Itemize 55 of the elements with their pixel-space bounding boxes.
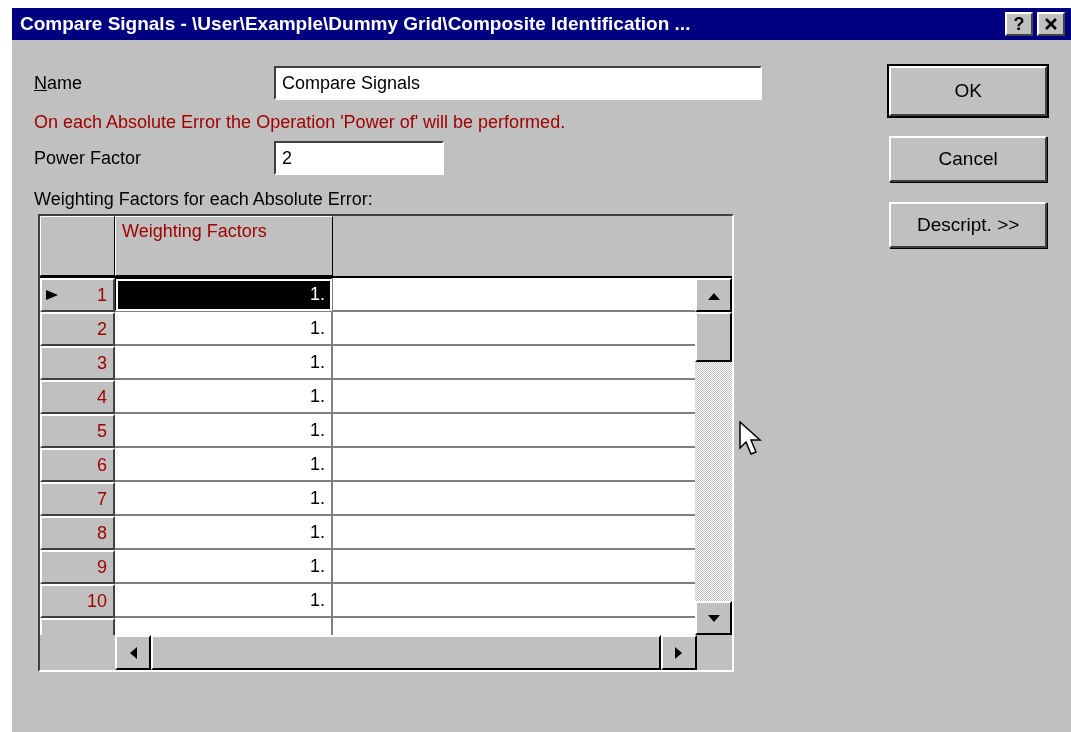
mouse-pointer-icon xyxy=(739,421,763,457)
table-cell[interactable]: 1. xyxy=(115,312,333,346)
scroll-down-button[interactable] xyxy=(695,601,732,635)
vertical-scrollbar[interactable] xyxy=(695,278,732,635)
table-cell[interactable]: 1. xyxy=(115,584,333,618)
row-header[interactable]: 6 xyxy=(40,448,115,482)
scroll-right-icon xyxy=(675,646,683,659)
row-header[interactable]: 5 xyxy=(40,414,115,448)
row-header[interactable]: 2 xyxy=(40,312,115,346)
scroll-thumb[interactable] xyxy=(695,312,732,362)
dialog-button[interactable]: OK xyxy=(889,66,1047,116)
table-cell[interactable] xyxy=(333,346,695,380)
table-cell[interactable] xyxy=(333,448,695,482)
dialog-button[interactable]: Descript. >> xyxy=(889,202,1047,248)
table-cell[interactable]: 1. xyxy=(115,448,333,482)
scroll-left-button[interactable] xyxy=(115,635,151,670)
table-cell[interactable] xyxy=(333,312,695,346)
notice-text: On each Absolute Error the Operation 'Power of' will be performed. xyxy=(34,112,567,133)
grid-caption: Weighting Factors for each Absolute Error: xyxy=(34,189,374,210)
row-header[interactable]: 1 xyxy=(40,278,115,312)
close-button[interactable] xyxy=(1037,12,1065,36)
table-cell[interactable]: 1. xyxy=(115,482,333,516)
table-cell[interactable] xyxy=(333,278,695,312)
table-cell[interactable]: 1. xyxy=(115,380,333,414)
row-header[interactable]: 4 xyxy=(40,380,115,414)
scroll-up-button[interactable] xyxy=(695,278,732,312)
help-button[interactable]: ? xyxy=(1005,12,1033,36)
table-cell[interactable]: 1. xyxy=(115,278,333,312)
scroll-left-icon xyxy=(129,646,137,659)
row-header[interactable]: 7 xyxy=(40,482,115,516)
table-cell[interactable] xyxy=(333,584,695,618)
row-header[interactable]: 8 xyxy=(40,516,115,550)
table-cell[interactable] xyxy=(333,482,695,516)
table-cell[interactable]: 1. xyxy=(115,346,333,380)
table-cell[interactable]: 1. xyxy=(115,414,333,448)
row-header[interactable]: 3 xyxy=(40,346,115,380)
table-cell[interactable]: 1. xyxy=(115,550,333,584)
row-header[interactable]: 10 xyxy=(40,584,115,618)
column-header[interactable]: Weighting Factors xyxy=(115,216,333,276)
field-label: Name xyxy=(34,72,83,94)
field-label: Power Factor xyxy=(34,147,143,169)
row-header[interactable]: 9 xyxy=(40,550,115,584)
table-cell[interactable]: 1. xyxy=(115,516,333,550)
name-field[interactable]: Compare Signals xyxy=(274,66,762,100)
table-cell[interactable] xyxy=(333,516,695,550)
window-title: Compare Signals - \User\Example\Dummy Grid\Composite Identification ... xyxy=(20,13,692,35)
dialog-button[interactable]: Cancel xyxy=(889,136,1047,182)
table-cell[interactable] xyxy=(333,550,695,584)
table-cell[interactable] xyxy=(333,380,695,414)
close-icon xyxy=(1044,18,1058,30)
scroll-right-button[interactable] xyxy=(661,635,697,670)
current-row-icon xyxy=(46,290,58,300)
power-factor-field[interactable]: 2 xyxy=(274,141,444,175)
table-cell[interactable] xyxy=(333,414,695,448)
scroll-down-icon xyxy=(707,613,720,623)
